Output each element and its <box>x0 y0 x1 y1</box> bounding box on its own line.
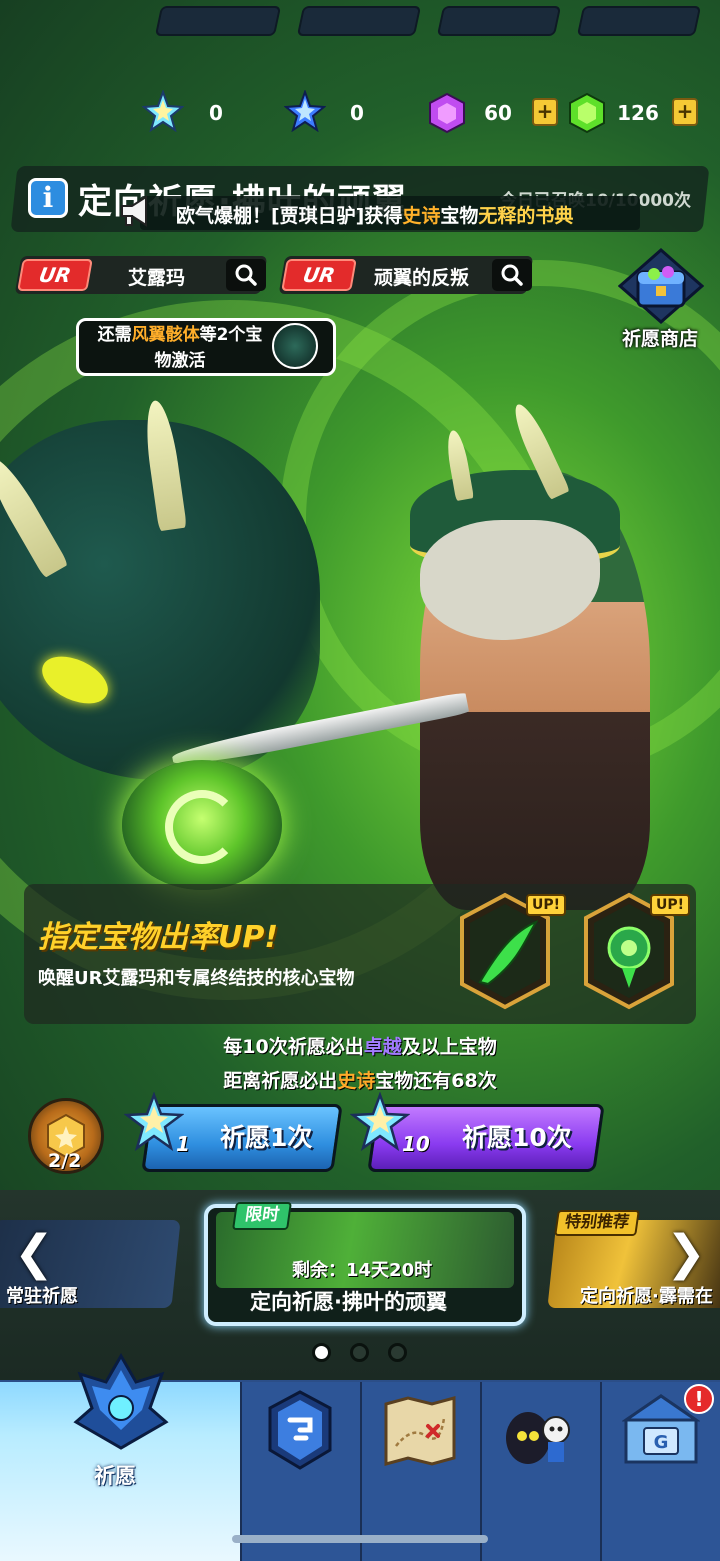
announcement-item: 无释的书典 <box>478 205 574 227</box>
ur-badge: UR <box>281 259 357 291</box>
token-count: 2/2 <box>48 1150 82 1172</box>
currency-pill <box>576 6 702 36</box>
carousel-dot[interactable] <box>388 1343 407 1362</box>
add-green-gem-button[interactable]: + <box>672 98 698 126</box>
guarantee-prefix: 每10次祈愿必出 <box>223 1036 364 1058</box>
carousel-card-label: 定向祈愿·霹需在 <box>580 1286 713 1307</box>
blue-star-icon <box>142 90 184 132</box>
pray-ten-cost: 10 <box>402 1132 430 1156</box>
remaining-time: 剩余：14天20时 <box>292 1260 433 1281</box>
carousel-next-button[interactable]: ❯ <box>664 1228 708 1284</box>
purple-gem-count: 60 <box>484 101 512 125</box>
home-indicator[interactable] <box>232 1535 488 1543</box>
info-icon[interactable]: i <box>28 178 68 218</box>
purple-gem-icon <box>429 92 465 134</box>
carousel-card-label: 常驻祈愿 <box>6 1286 78 1307</box>
svg-text:G: G <box>654 1432 669 1453</box>
currency-pill <box>436 6 562 36</box>
carousel-dot-active[interactable] <box>312 1343 331 1362</box>
activation-hint-text: 还需风翼骸体等2个宝物激活 <box>90 322 270 374</box>
wish-altar-icon <box>73 1352 169 1450</box>
green-gem-count: 126 <box>617 101 659 125</box>
rate-up-tag: UP! <box>526 894 566 916</box>
megaphone-icon <box>121 195 147 227</box>
wish-shop-chest-icon[interactable] <box>618 248 704 324</box>
crystal-star-icon <box>284 90 326 132</box>
crystal-star-icon <box>350 1092 410 1152</box>
rate-up-tag: UP! <box>650 894 690 916</box>
carousel-card-label: 定向祈愿·拂叶的顽翼 <box>250 1290 447 1314</box>
guarantee-line-2: 距离祈愿必出史诗宝物还有68次 <box>0 1066 720 1093</box>
ur-tag-rebellion[interactable]: UR 顽翼的反叛 <box>278 256 534 294</box>
treasure-map-icon <box>384 1396 456 1466</box>
carousel-prev-button[interactable]: ❮ <box>12 1228 56 1284</box>
announcement-rarity: 史诗 <box>402 205 441 227</box>
rate-up-description: 唤醒UR艾露玛和专属终结技的核心宝物 <box>38 968 355 989</box>
pray-once-cost: 1 <box>176 1132 190 1156</box>
nav-tab-wish-label: 祈愿 <box>94 1464 136 1488</box>
search-button[interactable] <box>492 259 532 291</box>
search-icon <box>501 264 523 286</box>
announcement-mid: 宝物 <box>440 205 479 227</box>
pity-rarity: 史诗 <box>337 1070 376 1092</box>
hint-prefix: 还需 <box>97 325 132 345</box>
crystal-star-count: 0 <box>350 101 364 125</box>
wish-shop-label[interactable]: 祈愿商店 <box>622 324 698 351</box>
crystal-star-icon <box>124 1092 184 1152</box>
ur-tag-name: 顽翼的反叛 <box>374 267 470 289</box>
special-recommend-tag: 特别推荐 <box>554 1210 640 1236</box>
guarantee-rarity: 卓越 <box>363 1036 402 1058</box>
pity-suffix: 宝物还有68次 <box>375 1070 497 1092</box>
ur-tag-aeluma[interactable]: UR 艾露玛 <box>14 256 268 294</box>
currency-pill <box>296 6 422 36</box>
add-purple-gem-button[interactable]: + <box>532 98 558 126</box>
search-icon <box>235 264 257 286</box>
pray-ten-label: 祈愿10次 <box>462 1123 572 1152</box>
rune-shield-icon <box>268 1390 332 1470</box>
guarantee-line-1: 每10次祈愿必出卓越及以上宝物 <box>0 1032 720 1059</box>
treasure-thumbnail-icon <box>272 323 318 369</box>
green-gem-icon <box>569 92 605 134</box>
rate-up-title: 指定宝物出率UP! <box>38 920 279 955</box>
companions-icon <box>506 1412 570 1464</box>
hint-item: 风翼骸体 <box>131 325 200 345</box>
carousel-dot[interactable] <box>350 1343 369 1362</box>
ur-badge: UR <box>17 259 93 291</box>
limited-time-tag: 限时 <box>232 1202 292 1230</box>
announcement-prefix: 欧气爆棚！[贾琪日驴]获得 <box>176 205 403 227</box>
blue-star-count: 0 <box>209 101 223 125</box>
notification-badge: ! <box>684 1384 714 1414</box>
pity-prefix: 距离祈愿必出 <box>223 1070 338 1092</box>
search-button[interactable] <box>226 259 266 291</box>
currency-pill <box>154 6 282 36</box>
wind-orb-swirl <box>165 790 239 864</box>
pray-once-label: 祈愿1次 <box>220 1123 313 1152</box>
guarantee-suffix: 及以上宝物 <box>401 1036 497 1058</box>
announcement-text: 欧气爆棚！[贾琪日驴]获得史诗宝物无释的书典 <box>176 201 573 228</box>
ur-tag-name: 艾露玛 <box>128 267 186 289</box>
